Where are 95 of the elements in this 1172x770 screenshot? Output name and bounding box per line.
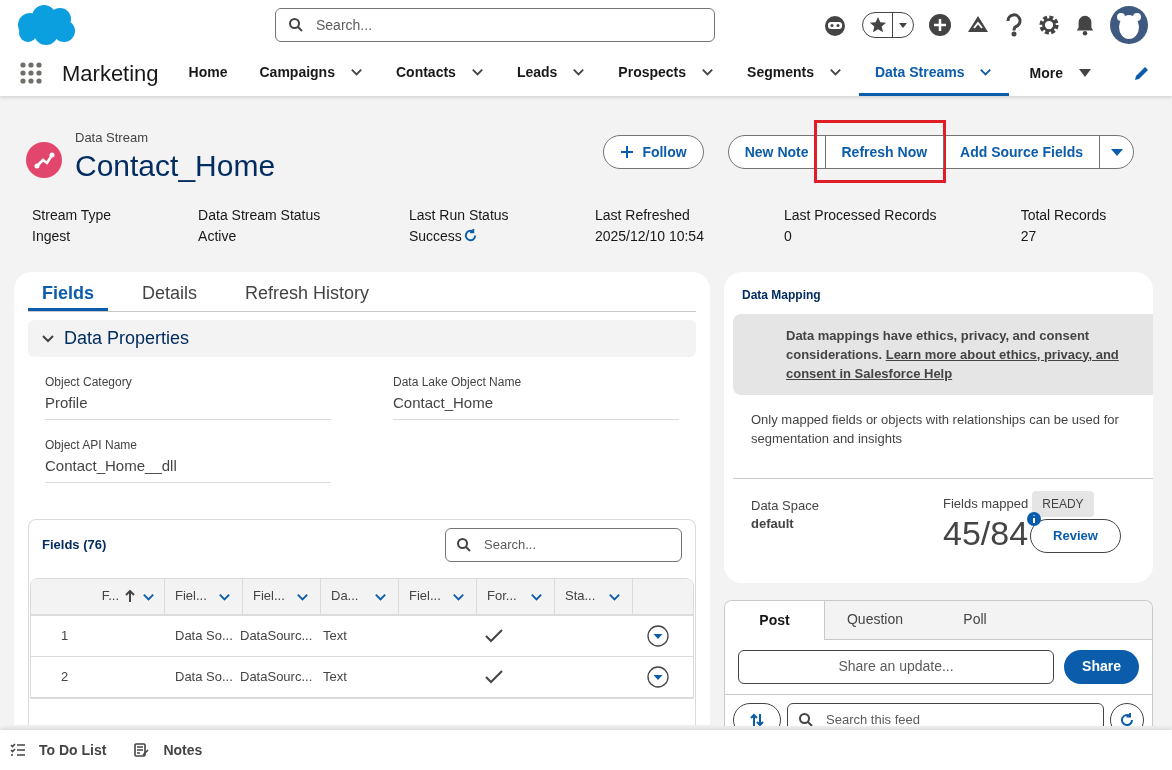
notice-text: Data mappings have ethics, privacy, and consent considerations. Learn more about ethics, privacy, and consent in Salesforce Help [786,326,1120,383]
status-badge: READY [1032,490,1094,517]
add-icon[interactable] [928,13,952,37]
table-cell: DataSourc... [240,668,313,684]
data-space-value: default [751,514,795,533]
tab[interactable]: Fields [28,279,108,311]
avatar-icon[interactable] [1110,6,1148,44]
search-icon [798,711,814,726]
column-header[interactable]: Fiel... [399,578,477,614]
search-field[interactable]: Search... [445,527,682,562]
settings-icon[interactable] [1038,14,1060,36]
help-icon[interactable] [1004,13,1024,37]
column-header[interactable]: Fiel... [243,578,321,614]
highlight-label: Total Records [1020,205,1108,225]
highlight-label: Last Run Status [408,205,510,225]
row-number: 2 [61,668,69,684]
nav-tab[interactable]: Contacts [379,50,501,96]
data-stream-icon [26,142,62,178]
highlight-label: Stream Type [32,205,113,225]
follow-button[interactable]: Follow [603,135,704,169]
object-type-label: Data Stream [75,129,149,147]
column-header[interactable]: Fiel... [165,578,243,614]
row-number: 1 [61,627,69,643]
star-icon [869,16,887,34]
highlight-value: Active [198,226,237,246]
highlight-value: 2025/12/10 10:54 [594,226,704,246]
nav-tab[interactable]: Segments [731,50,859,96]
feed-tab[interactable]: Question [825,600,925,639]
info-icon [1027,511,1042,526]
row-actions-icon[interactable] [647,665,669,688]
row-actions-icon[interactable] [647,624,669,647]
highlight-label: Last Refreshed [594,205,691,225]
action-button[interactable]: New Note [728,136,825,168]
field-value: Contact_Home [393,392,495,413]
more-menu[interactable]: More [1009,50,1111,96]
share-update-field[interactable]: Share an update... [738,649,1055,684]
refresh-icon [1119,711,1135,726]
highlight-value: Ingest [32,226,71,246]
column-header[interactable]: F... [31,578,165,614]
field-label: Object Category [45,373,133,391]
plus-icon [620,145,635,159]
search-icon [456,536,472,553]
action-button[interactable]: Refresh Now [825,136,944,168]
checklist-icon [10,743,25,757]
note-text: Only mapped fields or objects with relationships can be used for segmentation and insights [750,410,1120,448]
nav-tab[interactable]: Campaigns [243,50,380,96]
card-title: Data Mapping [741,286,822,304]
app-name: Marketing [62,59,159,88]
share-button[interactable]: Share [1064,649,1139,684]
section-header[interactable]: Data Properties [28,319,696,357]
tab[interactable]: Details [128,279,212,311]
edit-icon[interactable] [1134,65,1150,81]
table-cell: DataSourc... [240,627,313,643]
table-cell: Text [323,627,347,643]
field-value: Contact_Home__dll [45,455,178,476]
highlight-label: Last Processed Records [783,205,938,225]
column-header[interactable]: Sta... [555,578,633,614]
action-button[interactable]: Add Source Fields [944,136,1099,168]
search-field[interactable]: Search... [275,8,715,42]
nav-tab[interactable]: Leads [500,50,603,96]
data-space-label: Data Space [751,496,820,515]
app-launcher-icon[interactable] [20,62,42,84]
search-icon [288,17,304,33]
highlight-value: 27 [1020,226,1037,246]
highlight-label: Data Stream Status [198,205,322,225]
table-cell: Text [323,668,347,684]
field-value: Profile [45,392,89,413]
caret-icon [898,20,908,30]
highlight-value: Success [408,226,462,246]
review-button[interactable]: Review [1030,518,1121,553]
field-label: Object API Name [45,436,139,454]
column-header[interactable]: Da... [321,578,399,614]
column-header[interactable]: For... [477,578,555,614]
tab[interactable]: Refresh History [231,279,384,311]
notifications-icon[interactable] [1074,14,1096,36]
field-label: Data Lake Object Name [393,373,523,391]
sort-ascending-icon [125,590,135,602]
caret-icon [1110,147,1123,157]
record-title: Contact_Home [75,147,276,184]
feed-tab[interactable]: Poll [925,600,1025,639]
sort-icon [750,712,764,726]
feed-tab[interactable]: Post [725,600,825,640]
list-title: Fields (76) [42,535,107,554]
notes-icon [134,743,150,757]
nav-tab[interactable]: Data Streams [858,50,1010,96]
caret-icon [1078,68,1091,78]
utility-item[interactable]: To Do List [10,739,107,761]
mapped-count: 45/84 [943,512,1029,553]
fields-mapped-label: Fields mapped [943,494,1029,513]
utility-item[interactable]: Notes [134,739,203,761]
table-cell: Data So... [175,627,233,643]
nav-tab[interactable]: Prospects [602,50,732,96]
table-cell: Data So... [175,668,233,684]
highlight-value: 0 [783,226,792,246]
nav-tab[interactable]: Home [172,50,244,96]
